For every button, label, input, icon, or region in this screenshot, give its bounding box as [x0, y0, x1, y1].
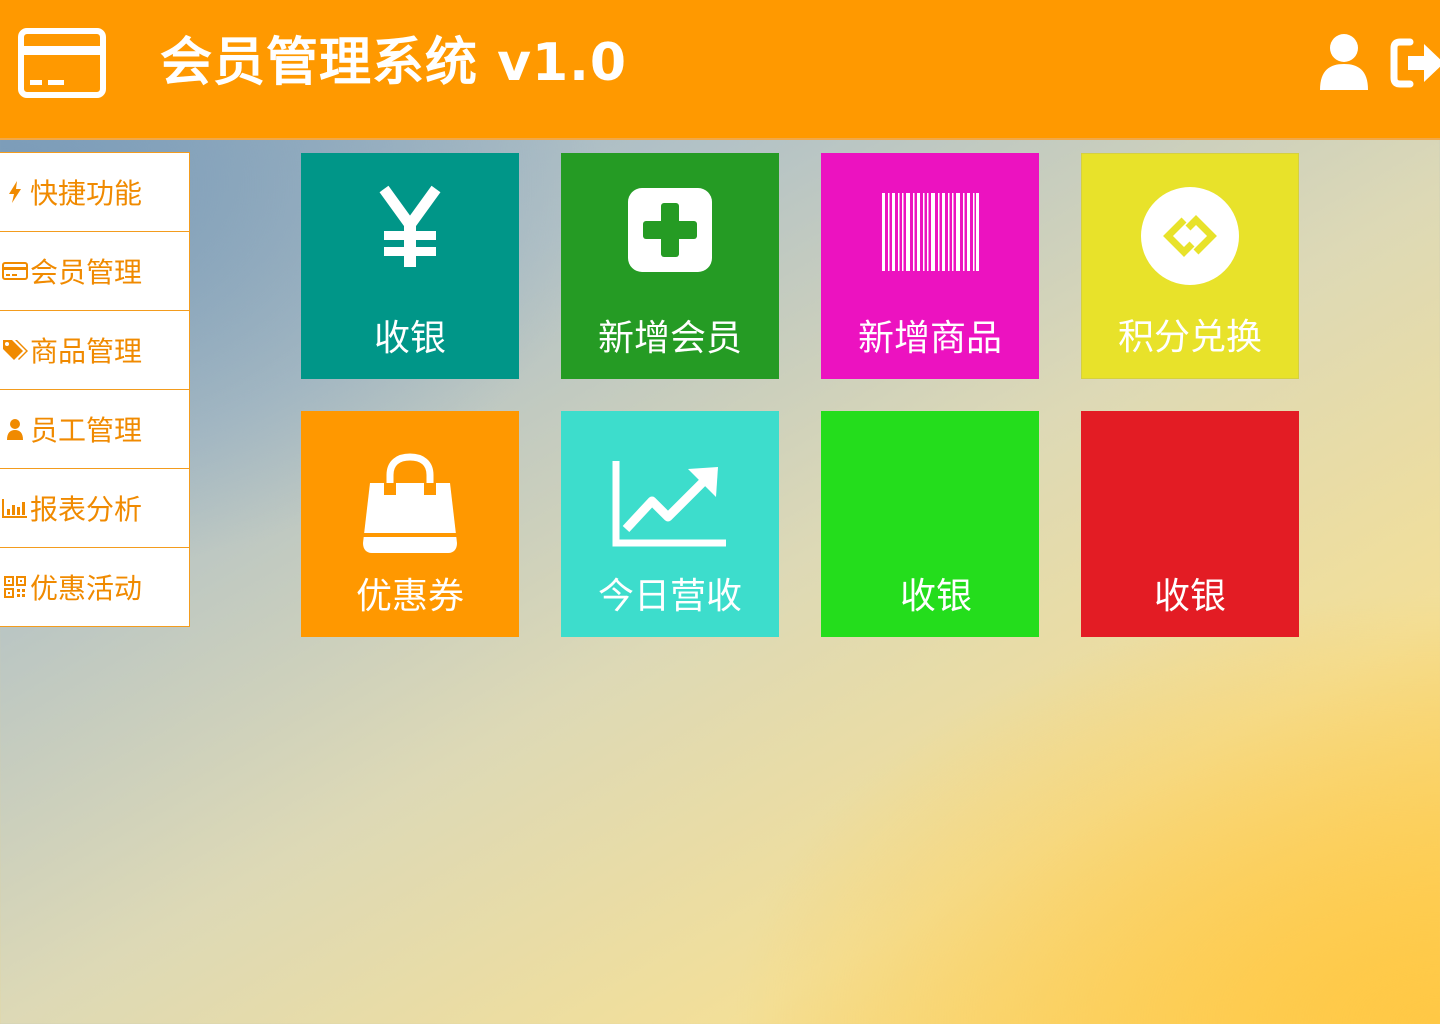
sidebar-item-quick-functions[interactable]: 快捷功能: [0, 152, 190, 232]
yen-icon: [301, 185, 519, 269]
tile-add-product[interactable]: 新增商品: [821, 153, 1039, 379]
tile-label: 积分兑换: [1117, 317, 1262, 358]
tile-label: 优惠券: [355, 576, 464, 617]
barcode-icon: [821, 193, 1039, 271]
user-icon[interactable]: [1318, 32, 1370, 92]
sidebar-item-member-management[interactable]: 会员管理: [0, 231, 190, 311]
tags-icon: [2, 337, 28, 363]
sidebar-item-label: 快捷功能: [30, 177, 143, 210]
plus-square-icon: [561, 187, 779, 273]
tile-label: 新增商品: [857, 318, 1002, 359]
app-title: 会员管理系统 v1.0: [160, 33, 628, 93]
tile-label: 收银: [373, 318, 446, 359]
app-header: 会员管理系统 v1.0: [0, 0, 1440, 140]
tile-points-exchange[interactable]: 积分兑换: [1081, 153, 1299, 379]
tile-today-revenue[interactable]: 今日营收: [561, 411, 779, 637]
tile-add-member[interactable]: 新增会员: [561, 153, 779, 379]
tile-checkout-3[interactable]: 收银: [1081, 411, 1299, 637]
sidebar-item-report-analysis[interactable]: 报表分析: [0, 468, 190, 548]
sidebar-menu: 快捷功能 会员管理 商品管理 员工管理 报表分析 优惠活动: [0, 152, 190, 627]
membership-card-icon: [18, 28, 106, 98]
sidebar-item-product-management[interactable]: 商品管理: [0, 310, 190, 390]
tile-checkout[interactable]: 收银: [301, 153, 519, 379]
sidebar-item-label: 商品管理: [30, 335, 143, 368]
tile-label: 新增会员: [597, 318, 742, 359]
tile-label: 今日营收: [597, 576, 742, 617]
exchange-circle-icon: [1082, 186, 1298, 286]
bar-chart-icon: [2, 495, 28, 521]
tile-checkout-2[interactable]: 收银: [821, 411, 1039, 637]
card-icon: [2, 258, 28, 284]
sign-out-icon[interactable]: [1390, 38, 1440, 88]
sidebar-item-staff-management[interactable]: 员工管理: [0, 389, 190, 469]
tile-coupons[interactable]: 优惠券: [301, 411, 519, 637]
sidebar-item-label: 会员管理: [30, 256, 143, 289]
qrcode-icon: [2, 574, 28, 600]
sidebar-item-promotions[interactable]: 优惠活动: [0, 547, 190, 627]
tile-label: 收银: [899, 576, 972, 617]
shopping-bag-icon: [301, 453, 519, 555]
line-chart-icon: [561, 459, 779, 549]
sidebar-item-label: 员工管理: [30, 414, 143, 447]
sidebar-item-label: 优惠活动: [30, 572, 143, 605]
lightning-icon: [2, 179, 28, 205]
person-icon: [2, 416, 28, 442]
tile-label: 收银: [1153, 576, 1226, 617]
sidebar-item-label: 报表分析: [30, 493, 143, 526]
